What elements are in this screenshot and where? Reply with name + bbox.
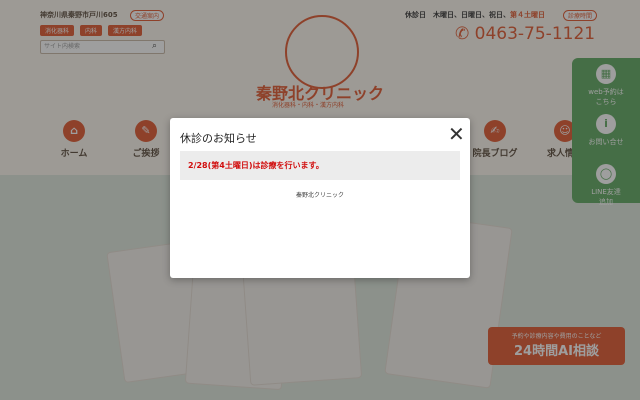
modal-notice-box: 2/28(第4土曜日)は診療を行います。 <box>180 151 460 180</box>
close-icon[interactable]: ✕ <box>448 124 465 144</box>
modal-footer: 秦野北クリニック <box>295 192 344 199</box>
notice-modal: 休診のお知らせ ✕ 2/28(第4土曜日)は診療を行います。 秦野北クリニック <box>170 118 470 278</box>
modal-title: 休診のお知らせ <box>180 132 257 145</box>
modal-notice-text: 2/28(第4土曜日)は診療を行います。 <box>188 161 324 170</box>
